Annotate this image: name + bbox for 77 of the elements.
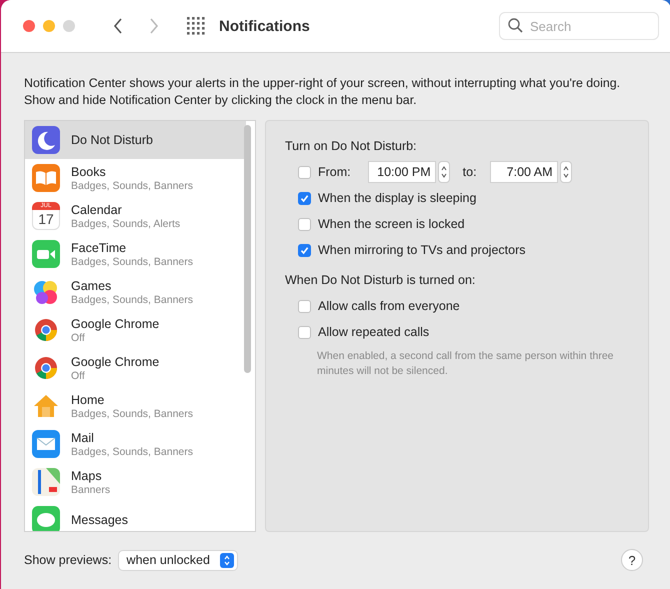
previews-popup[interactable]: when unlocked	[118, 550, 238, 570]
time-field[interactable]: 7:00 AM	[490, 161, 558, 183]
map-icon	[32, 468, 60, 496]
app-alert-style: Badges, Sounds, Banners	[71, 446, 194, 458]
app-list-item[interactable]: Do Not Disturb	[25, 121, 246, 159]
book-icon	[32, 164, 60, 192]
video-camera-icon	[32, 240, 60, 268]
option-label: to:	[462, 165, 477, 179]
time-field[interactable]: 10:00 PM	[368, 161, 436, 183]
app-list-item[interactable]: Books Badges, Sounds, Banners	[25, 159, 246, 197]
app-name: Books	[71, 164, 107, 178]
zoom-button[interactable]	[63, 20, 75, 32]
option-label: From:	[318, 165, 351, 179]
description-text: Notification Center shows your alerts in the upper-right of your screen, without interrupting what you're doing. Show and hide Notification Center by clicking the clock in the menu bar.	[24, 75, 622, 109]
app-list-item[interactable]: FaceTime Badges, Sounds, Banners	[25, 235, 246, 273]
chevron-right-icon	[149, 18, 159, 34]
app-alert-style: Badges, Sounds, Banners	[71, 294, 194, 306]
option-label: Allow calls from everyone	[318, 299, 460, 313]
grid-button[interactable]	[185, 15, 207, 37]
bubbles-icon	[32, 278, 60, 306]
app-alert-style: Badges, Sounds, Banners	[71, 180, 194, 192]
app-alert-style: Badges, Sounds, Banners	[71, 408, 194, 420]
scrollbar[interactable]	[244, 125, 251, 373]
app-alert-style: Banners	[71, 484, 110, 496]
checkbox[interactable]	[298, 166, 311, 178]
option-label: Allow repeated calls	[318, 325, 430, 339]
app-name: Messages	[71, 513, 128, 527]
previews-label: Show previews:	[24, 553, 112, 567]
up-down-arrows-icon	[440, 165, 447, 179]
checkbox[interactable]	[298, 244, 311, 256]
app-list-item[interactable]: Google Chrome Off	[25, 349, 246, 387]
app-alert-style: Badges, Sounds, Alerts	[71, 218, 180, 230]
hint-text: When enabled, a second call from the same person within three minutes will not be silenced.	[317, 349, 614, 379]
search-icon	[508, 18, 523, 33]
app-name: Home	[71, 392, 106, 406]
app-alert-style: Badges, Sounds, Banners	[71, 256, 194, 268]
chrome-icon	[32, 354, 60, 382]
checkbox[interactable]	[298, 300, 311, 312]
moon-icon	[32, 126, 60, 154]
app-name: Google Chrome	[71, 354, 160, 368]
section-title: When Do Not Disturb is turned on:	[285, 273, 476, 287]
checkbox[interactable]	[298, 326, 311, 338]
app-list-item[interactable]: Home Badges, Sounds, Banners	[25, 387, 246, 425]
checkbox[interactable]	[298, 218, 311, 230]
stepper[interactable]	[438, 161, 450, 183]
up-down-arrows-icon	[562, 165, 569, 179]
help-button[interactable]: ?	[621, 549, 643, 571]
window-title: Notifications	[219, 18, 310, 34]
chrome-icon	[32, 316, 60, 344]
app-list-item[interactable]: Mail Badges, Sounds, Banners	[25, 425, 246, 463]
checkbox[interactable]	[298, 192, 311, 204]
app-name: Do Not Disturb	[71, 133, 153, 147]
option-label: When mirroring to TVs and projectors	[318, 243, 526, 257]
app-name: Mail	[71, 430, 95, 444]
option-label: When the display is sleeping	[318, 191, 476, 205]
app-list-item[interactable]: Games Badges, Sounds, Banners	[25, 273, 246, 311]
app-alert-style: Off	[71, 370, 86, 382]
app-list-item[interactable]: Maps Banners	[25, 463, 246, 501]
app-name: FaceTime	[71, 240, 128, 254]
search-field[interactable]: Search	[499, 12, 659, 40]
stepper[interactable]	[560, 161, 572, 183]
option-label: When the screen is locked	[318, 217, 465, 231]
app-name: Games	[71, 278, 112, 292]
app-alert-style: Off	[71, 332, 86, 344]
app-name: Google Chrome	[71, 316, 160, 330]
app-name: Calendar	[71, 202, 123, 216]
section-title: Turn on Do Not Disturb:	[285, 139, 418, 153]
grid-icon	[187, 17, 205, 35]
close-button[interactable]	[23, 20, 35, 32]
app-name: Maps	[71, 468, 103, 482]
envelope-icon	[32, 430, 60, 458]
chevron-updown-icon	[220, 552, 234, 568]
chevron-left-icon	[113, 18, 123, 34]
minimize-button[interactable]	[43, 20, 55, 32]
house-icon	[32, 392, 60, 420]
app-list-item[interactable]: Messages	[25, 501, 246, 531]
app-list-item[interactable]: Google Chrome Off	[25, 311, 246, 349]
